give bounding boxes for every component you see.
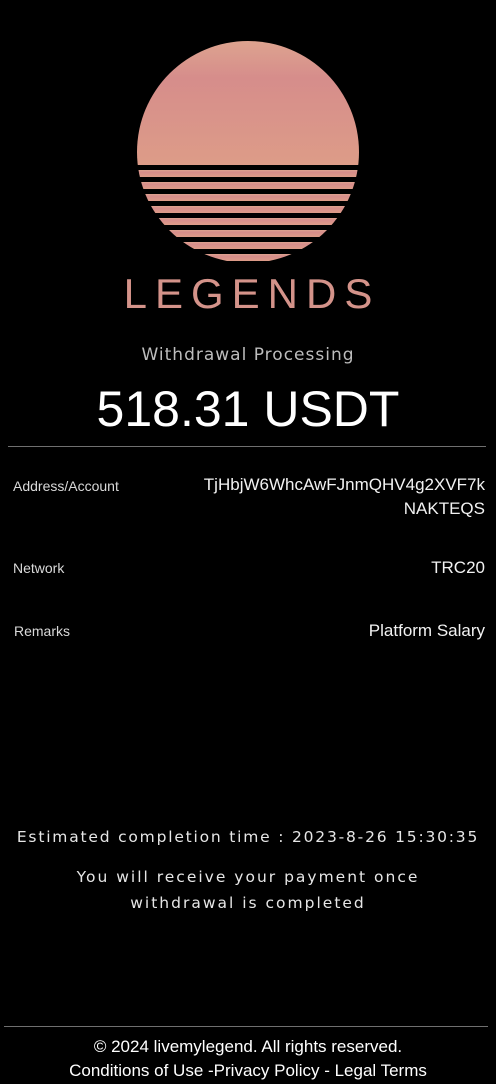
brand-name: LEGENDS (123, 270, 381, 317)
address-value: TjHbjW6WhcAwFJnmQHV4g2XVF7kNAKTEQS (203, 475, 485, 518)
withdrawal-amount: 518.31 USDT (96, 381, 400, 437)
remarks-label: Remarks (14, 623, 71, 639)
address-label: Address/Account (13, 478, 119, 494)
estimated-completion-time: Estimated completion time : 2023-8-26 15… (16, 828, 480, 846)
divider (8, 446, 486, 447)
footer-links: Conditions of Use -Privacy Policy - Lega… (69, 1061, 427, 1080)
withdrawal-status: Withdrawal Processing (141, 345, 355, 365)
legal-terms-link[interactable]: Legal Terms (335, 1061, 427, 1080)
payment-notice: You will receive your payment once withd… (0, 864, 496, 916)
network-value: TRC20 (431, 558, 485, 577)
network-label: Network (13, 560, 65, 576)
notice-line: You will receive your payment once (76, 868, 420, 886)
copyright-text: © 2024 livemylegend. All rights reserved… (93, 1037, 403, 1056)
notice-line: withdrawal is completed (130, 894, 366, 912)
sunset-logo-icon (137, 41, 359, 261)
privacy-policy-link[interactable]: Privacy Policy (214, 1061, 320, 1080)
conditions-of-use-link[interactable]: Conditions of Use (69, 1061, 203, 1080)
remarks-value: Platform Salary (368, 621, 485, 640)
footer: © 2024 livemylegend. All rights reserved… (0, 1035, 496, 1083)
footer-divider (4, 1026, 488, 1027)
